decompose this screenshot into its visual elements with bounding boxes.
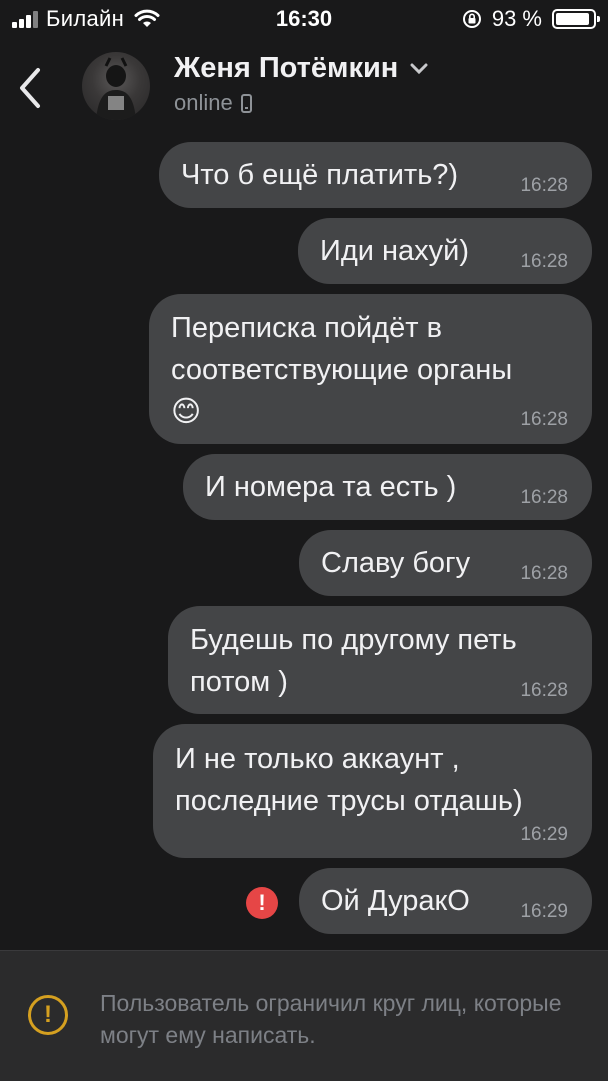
restriction-notice-text: Пользователь ограничил круг лиц, которые… bbox=[100, 990, 562, 1048]
restriction-notice: ! Пользователь ограничил круг лиц, котор… bbox=[0, 950, 608, 1081]
send-error-icon[interactable]: ! bbox=[246, 887, 278, 919]
message-text: Иди нахуй) bbox=[320, 235, 470, 267]
message-text: Переписка пойдёт в соответствующие орган… bbox=[171, 312, 513, 428]
message-text: Славу богу bbox=[321, 547, 471, 579]
online-status: online bbox=[174, 90, 233, 115]
message-text: Что б ещё платить?) bbox=[181, 159, 459, 191]
message-time: 16:28 bbox=[520, 251, 568, 272]
battery-fill bbox=[556, 13, 590, 25]
warning-icon: ! bbox=[28, 995, 68, 1035]
battery-icon bbox=[552, 9, 600, 29]
message-bubble[interactable]: Иди нахуй) 16:28 bbox=[298, 218, 592, 284]
message-time: 16:28 bbox=[520, 175, 568, 196]
message-text: И не только аккаунт , последние трусы от… bbox=[175, 743, 523, 817]
chevron-down-icon[interactable] bbox=[410, 63, 428, 75]
message-time: 16:29 bbox=[520, 901, 568, 922]
message-bubble[interactable]: Будешь по другому петь потом ) 16:28 bbox=[168, 606, 592, 714]
status-bar-right: 93 % bbox=[462, 6, 600, 32]
message-time: 16:28 bbox=[520, 487, 568, 508]
message-bubble[interactable]: Переписка пойдёт в соответствующие орган… bbox=[149, 294, 592, 444]
orientation-lock-icon bbox=[462, 10, 481, 28]
message-text: И номера та есть ) bbox=[205, 471, 457, 503]
avatar-image bbox=[96, 57, 136, 120]
battery-percent: 93 % bbox=[491, 6, 542, 31]
avatar[interactable] bbox=[82, 52, 150, 120]
mobile-phone-icon bbox=[240, 93, 252, 113]
contact-status: online bbox=[174, 90, 252, 116]
message-time: 16:28 bbox=[520, 680, 568, 701]
message-bubble[interactable]: И номера та есть ) 16:28 bbox=[183, 454, 592, 520]
message-time: 16:28 bbox=[520, 409, 568, 430]
status-bar: Билайн 16:30 93 % bbox=[0, 0, 608, 40]
message-text: Ой ДуракО bbox=[321, 885, 470, 917]
chat-header: Женя Потёмкин online bbox=[0, 40, 608, 130]
message-bubble[interactable]: И не только аккаунт , последние трусы от… bbox=[153, 724, 592, 858]
back-chevron-icon[interactable] bbox=[14, 66, 46, 110]
message-bubble[interactable]: Что б ещё платить?) 16:28 bbox=[159, 142, 592, 208]
contact-name-label: Женя Потёмкин bbox=[174, 52, 399, 84]
message-time: 16:29 bbox=[520, 824, 568, 845]
message-text: Будешь по другому петь потом ) bbox=[190, 624, 517, 698]
message-time: 16:28 bbox=[520, 563, 568, 584]
contact-name[interactable]: Женя Потёмкин bbox=[174, 52, 428, 85]
message-bubble[interactable]: Славу богу 16:28 bbox=[299, 530, 592, 596]
message-bubble[interactable]: Ой ДуракО 16:29 bbox=[299, 868, 592, 934]
